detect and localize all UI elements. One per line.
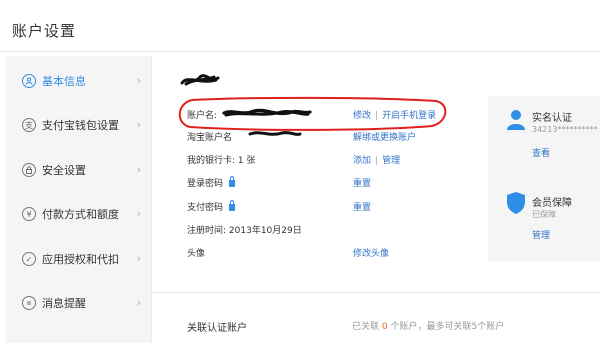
message-icon <box>22 296 36 310</box>
sidebar-item-messages[interactable]: 消息提醒 › <box>6 289 151 317</box>
chevron-right-icon: › <box>136 163 141 176</box>
payment-password-row: 支付密码 <box>187 200 236 213</box>
chevron-right-icon: › <box>136 118 141 131</box>
login-password-row: 登录密码 <box>187 176 236 189</box>
unbind-account-link[interactable]: 解绑或更换账户 <box>353 130 416 143</box>
chevron-right-icon: › <box>136 74 141 87</box>
sidebar-item-security[interactable]: 安全设置 › <box>6 156 151 184</box>
shield-icon <box>507 192 525 214</box>
sidebar-item-label: 安全设置 <box>42 164 86 177</box>
sidebar-item-label: 支付宝钱包设置 <box>42 119 119 132</box>
check-icon: ✓ <box>22 252 36 266</box>
divider: | <box>375 156 379 166</box>
sidebar-item-wallet[interactable]: 支 支付宝钱包设置 › <box>6 111 151 139</box>
lock-icon <box>229 200 236 211</box>
lock-icon <box>229 176 236 187</box>
taobao-account-label: 淘宝账户名 <box>187 133 233 143</box>
chevron-right-icon: › <box>136 207 141 220</box>
manage-protection-link[interactable]: 管理 <box>532 228 550 241</box>
annotation-ellipse <box>178 96 447 131</box>
chevron-right-icon: › <box>136 252 141 265</box>
section-divider <box>152 292 600 293</box>
bank-card-label: 我的银行卡: <box>187 156 236 166</box>
linked-accounts-info: 已关联 0 个账户，最多可关联5个账户 <box>352 319 504 332</box>
linked-count: 0 <box>381 322 388 332</box>
chevron-right-icon: › <box>136 296 141 309</box>
linked-prefix: 已关联 <box>352 322 380 332</box>
linked-accounts-label: 关联认证账户 <box>187 323 247 334</box>
bank-card-actions: 添加 | 管理 <box>353 153 400 166</box>
bank-card-count: 1 张 <box>237 156 256 166</box>
sidebar-item-label: 应用授权和代扣 <box>42 253 119 266</box>
reset-payment-password-link[interactable]: 重置 <box>353 200 371 213</box>
manage-card-link[interactable]: 管理 <box>382 156 400 166</box>
payment-password-label: 支付密码 <box>187 203 224 213</box>
avatar-label: 头像 <box>187 249 206 259</box>
header-divider <box>0 51 600 52</box>
user-verified-icon <box>507 110 525 130</box>
register-time-row: 注册时间: 2013年10月29日 <box>187 223 302 236</box>
real-name-title: 实名认证 <box>532 113 572 124</box>
register-time-value: 2013年10月29日 <box>228 226 302 236</box>
sidebar-item-payment[interactable]: ¥ 付款方式和额度 › <box>6 200 151 228</box>
page-title: 账户设置 <box>12 22 77 40</box>
linked-suffix: 个账户，最多可关联5个账户 <box>390 322 505 332</box>
sidebar: 基本信息 › 支 支付宝钱包设置 › 安全设置 › ¥ 付款方式和额度 › ✓ … <box>6 56 152 343</box>
sidebar-item-label: 消息提醒 <box>42 297 86 310</box>
redaction-scribble <box>248 131 302 136</box>
sidebar-item-authorization[interactable]: ✓ 应用授权和代扣 › <box>6 245 151 273</box>
yen-icon: ¥ <box>22 207 36 221</box>
redaction-scribble <box>180 74 220 86</box>
sidebar-item-label: 付款方式和额度 <box>42 208 119 221</box>
edit-avatar-link[interactable]: 修改头像 <box>353 246 389 259</box>
right-panel: 实名认证 34213********** 查看 会员保障 已保障 管理 <box>488 96 600 261</box>
lock-icon <box>22 163 36 177</box>
login-password-label: 登录密码 <box>187 179 224 189</box>
view-verification-link[interactable]: 查看 <box>532 146 550 159</box>
sidebar-item-basic-info[interactable]: 基本信息 › <box>6 67 151 95</box>
member-protection-title: 会员保障 <box>532 198 572 209</box>
wallet-icon: 支 <box>22 118 36 132</box>
sidebar-item-label: 基本信息 <box>42 75 86 88</box>
user-icon <box>22 74 36 88</box>
real-name-id: 34213********** <box>532 125 598 134</box>
register-time-label: 注册时间: <box>187 226 227 236</box>
bank-card-row: 我的银行卡: 1 张 <box>187 153 256 166</box>
add-card-link[interactable]: 添加 <box>353 156 371 166</box>
member-protection-status: 已保障 <box>532 210 556 219</box>
reset-login-password-link[interactable]: 重置 <box>353 176 371 189</box>
